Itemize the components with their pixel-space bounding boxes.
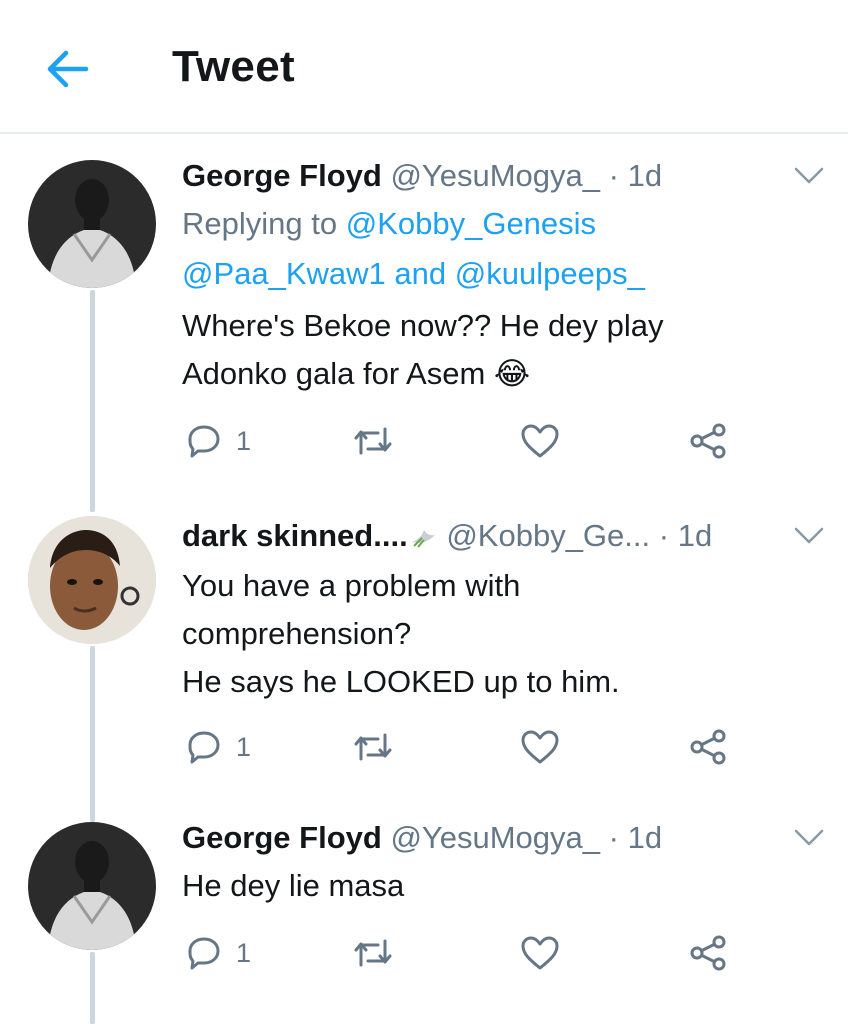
dove-icon: [408, 518, 438, 553]
page-title: Tweet: [172, 42, 295, 91]
thread-line: [90, 952, 95, 1024]
chevron-down-icon[interactable]: [792, 826, 826, 850]
replying-prefix: Replying to: [182, 206, 346, 241]
tweet-header: George Floyd @YesuMogya_ · 1d: [182, 158, 662, 194]
tears-of-joy-emoji: 😂: [493, 356, 531, 391]
reply-count: 1: [236, 731, 252, 762]
mention-link[interactable]: @Kobby_Genesis: [346, 206, 596, 241]
share-button[interactable]: [688, 418, 728, 464]
reply-button[interactable]: 1: [186, 724, 251, 770]
user-handle[interactable]: @YesuMogya_: [390, 820, 600, 855]
tweet-text-line: You have a problem with: [182, 568, 521, 603]
tweet-actions: 1: [182, 930, 742, 976]
retweet-button[interactable]: [352, 418, 394, 464]
heart-icon: [521, 936, 559, 970]
reply-icon: [188, 937, 220, 970]
tweet-text-line: Adonko gala for Asem 😂: [182, 350, 802, 398]
tweet-text: Where's Bekoe now?? He dey play Adonko g…: [182, 302, 802, 398]
display-name[interactable]: dark skinned....: [182, 518, 408, 553]
reply-count: 1: [236, 937, 252, 968]
heart-icon: [521, 424, 559, 458]
back-arrow-icon[interactable]: [40, 46, 92, 92]
share-icon: [690, 423, 726, 459]
tweet-text-fragment: Adonko gala for Asem: [182, 356, 486, 391]
tweet-text-line: Where's Bekoe now?? He dey play: [182, 308, 664, 343]
mention-link[interactable]: @Paa_Kwaw1: [182, 256, 386, 291]
tweet-text: You have a problem with comprehension? H…: [182, 562, 802, 706]
user-handle[interactable]: @YesuMogya_: [390, 158, 600, 193]
thread-line: [90, 646, 95, 822]
reply-icon: [188, 731, 220, 764]
like-button[interactable]: [520, 724, 560, 770]
reply-count: 1: [236, 425, 252, 456]
reply-icon: [188, 425, 220, 458]
replying-and: and: [385, 256, 455, 291]
reply-button[interactable]: 1: [186, 930, 251, 976]
retweet-icon: [354, 427, 392, 455]
chevron-down-icon[interactable]: [792, 524, 826, 548]
timestamp[interactable]: 1d: [678, 518, 712, 553]
retweet-icon: [354, 733, 392, 761]
tweet-header: George Floyd @YesuMogya_ · 1d: [182, 820, 662, 856]
tweet-text-line: He dey lie masa: [182, 868, 405, 903]
share-icon: [690, 729, 726, 765]
like-button[interactable]: [520, 930, 560, 976]
share-button[interactable]: [688, 724, 728, 770]
chevron-down-icon[interactable]: [792, 164, 826, 188]
user-handle[interactable]: @Kobby_Ge...: [446, 518, 650, 553]
avatar[interactable]: [28, 822, 156, 950]
separator-dot: ·: [608, 820, 619, 855]
timestamp[interactable]: 1d: [628, 158, 662, 193]
tweet-header: dark skinned.... @Kobby_Ge... · 1d: [182, 518, 712, 554]
reply-button[interactable]: 1: [186, 418, 251, 464]
tweet-actions: 1: [182, 724, 742, 770]
retweet-button[interactable]: [352, 724, 394, 770]
retweet-icon: [354, 939, 392, 967]
separator-dot: ·: [658, 518, 670, 553]
replying-to: Replying to @Kobby_Genesis: [182, 200, 596, 248]
separator-dot: ·: [608, 158, 619, 193]
thread-line: [90, 290, 95, 512]
tweet-text-line: He says he LOOKED up to him.: [182, 664, 620, 699]
display-name[interactable]: George Floyd: [182, 158, 382, 193]
share-icon: [690, 935, 726, 971]
like-button[interactable]: [520, 418, 560, 464]
tweet-actions: 1: [182, 418, 742, 464]
mention-link[interactable]: @kuulpeeps_: [455, 256, 645, 291]
avatar[interactable]: [28, 516, 156, 644]
share-button[interactable]: [688, 930, 728, 976]
tweet-text: He dey lie masa: [182, 862, 802, 910]
timestamp[interactable]: 1d: [628, 820, 662, 855]
heart-icon: [521, 730, 559, 764]
replying-to-continued: @Paa_Kwaw1 and @kuulpeeps_: [182, 250, 645, 298]
avatar[interactable]: [28, 160, 156, 288]
retweet-button[interactable]: [352, 930, 394, 976]
display-name[interactable]: George Floyd: [182, 820, 382, 855]
top-bar: Tweet: [0, 0, 848, 134]
tweet-text-line: comprehension?: [182, 616, 412, 651]
